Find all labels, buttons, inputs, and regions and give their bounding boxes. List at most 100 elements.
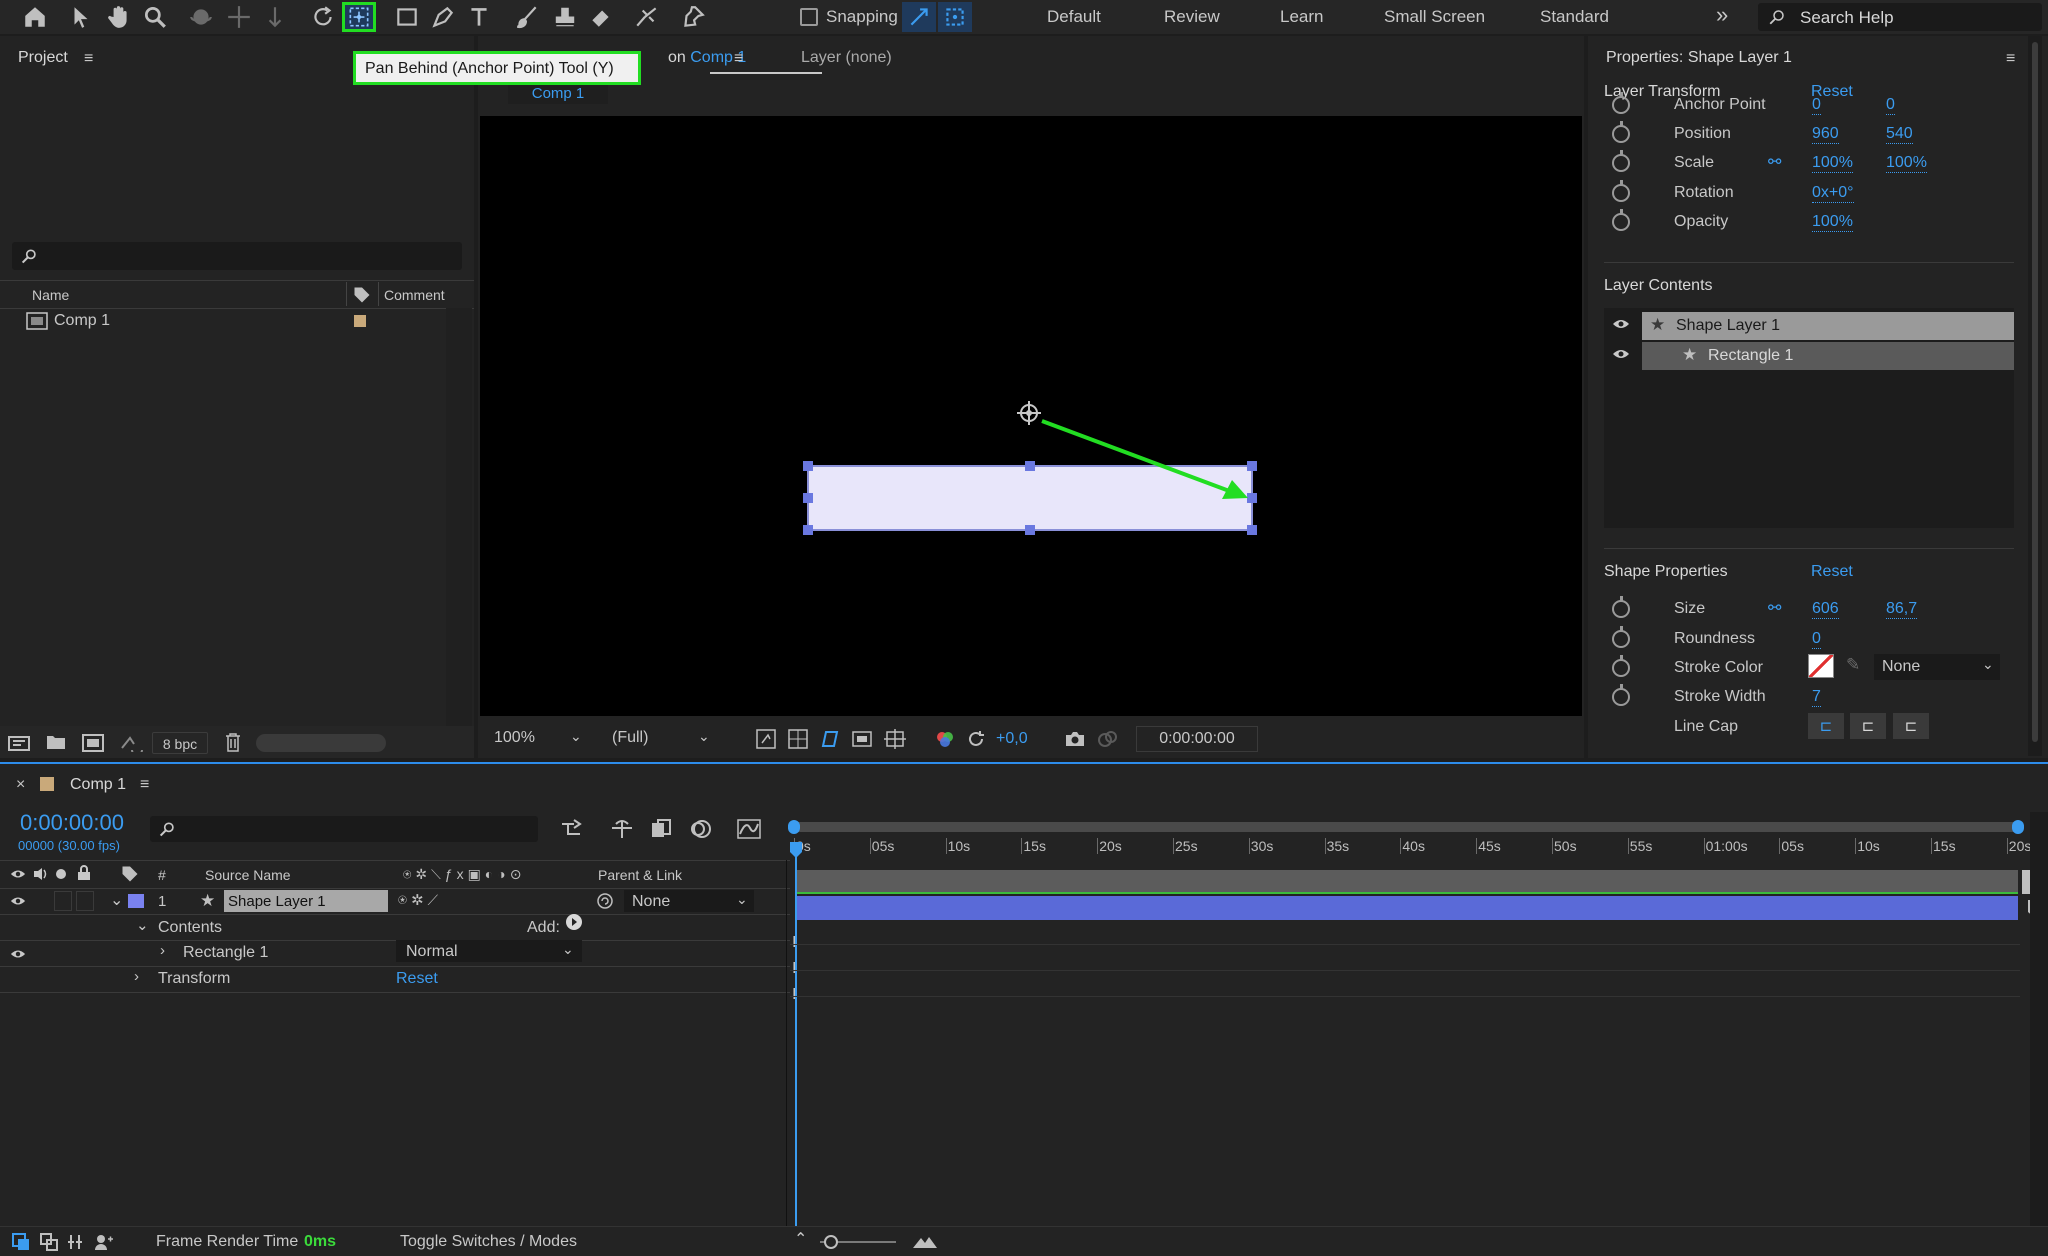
workspace-small-screen[interactable]: Small Screen: [1384, 7, 1485, 27]
shape-value-1[interactable]: 606: [1812, 600, 1839, 619]
visibility-eye-icon[interactable]: [10, 895, 26, 907]
layer-tab[interactable]: Layer (none): [801, 49, 892, 67]
pick-whip-icon[interactable]: [596, 892, 614, 910]
stopwatch-icon[interactable]: [1612, 92, 1630, 114]
stopwatch-icon[interactable]: [1612, 121, 1630, 143]
properties-menu-icon[interactable]: ≡: [2006, 50, 2015, 68]
col-name[interactable]: Name: [32, 287, 69, 303]
transform-value-1[interactable]: 0x+0°: [1812, 184, 1854, 203]
interpret-footage-icon[interactable]: [8, 734, 30, 752]
more-workspaces-icon[interactable]: »: [1716, 2, 1728, 28]
switches-header-icons[interactable]: ⍟✲⟍ƒx▣◐◑⊙: [403, 866, 525, 883]
stroke-type-dropdown[interactable]: None ⌄: [1874, 654, 2000, 680]
shape-value-1[interactable]: 7: [1812, 688, 1821, 707]
work-area-bar[interactable]: [790, 822, 2020, 832]
transfer-controls-icon[interactable]: [40, 1233, 58, 1251]
visibility-eye-icon[interactable]: [10, 948, 26, 960]
workspace-learn[interactable]: Learn: [1280, 7, 1323, 27]
shape-value-1[interactable]: 0: [1812, 630, 1821, 649]
parent-dropdown[interactable]: None ⌄: [624, 890, 754, 912]
timeline-search-input[interactable]: [150, 816, 538, 842]
lock-icon[interactable]: [76, 865, 92, 881]
render-time-icon[interactable]: [94, 1233, 114, 1251]
constrain-proportions-icon[interactable]: ⚯: [1768, 598, 1781, 618]
rectangle-tool-icon[interactable]: [390, 2, 424, 32]
transform-expand-icon[interactable]: ›: [134, 968, 139, 985]
resolution-dropdown[interactable]: (Full) ⌄: [602, 724, 718, 752]
home-icon[interactable]: [18, 2, 52, 32]
butt-cap-icon[interactable]: ⊏: [1808, 713, 1844, 739]
work-area-end-handle[interactable]: [2012, 820, 2024, 834]
snapshot-camera-icon[interactable]: [1064, 729, 1086, 749]
orbit-tool-icon[interactable]: [184, 2, 218, 32]
transform-reset-link[interactable]: Reset: [396, 970, 438, 988]
workspace-standard[interactable]: Standard: [1540, 7, 1609, 27]
hand-tool-icon[interactable]: [102, 2, 136, 32]
comp-panel-menu-icon[interactable]: ≡: [734, 50, 743, 68]
constrain-proportions-icon[interactable]: ⚯: [1768, 152, 1781, 172]
label-tag-icon[interactable]: [120, 864, 140, 884]
current-time-indicator[interactable]: [795, 848, 797, 1252]
graph-editor-icon[interactable]: [736, 818, 762, 840]
new-folder-icon[interactable]: [46, 734, 66, 750]
stopwatch-icon[interactable]: [1612, 209, 1630, 231]
brush-tool-icon[interactable]: [510, 2, 544, 32]
transform-value-1[interactable]: 100%: [1812, 154, 1853, 173]
stopwatch-icon[interactable]: [1612, 626, 1630, 648]
dolly-tool-icon[interactable]: [258, 2, 292, 32]
video-column-eye-icon[interactable]: [10, 868, 26, 880]
frame-blending-icon[interactable]: [650, 818, 674, 840]
shape-value-2[interactable]: 86,7: [1886, 600, 1918, 619]
toggle-switches-modes[interactable]: Toggle Switches / Modes: [400, 1233, 577, 1251]
rotate-tool-icon[interactable]: [306, 2, 340, 32]
expand-layer-chevron-icon[interactable]: ⌄: [110, 890, 123, 910]
pan-camera-icon[interactable]: [222, 2, 256, 32]
work-area-start-handle[interactable]: [788, 820, 800, 834]
layer-label-color[interactable]: [128, 894, 144, 908]
timeline-timecode[interactable]: 0:00:00:00: [20, 810, 124, 836]
contents-expand-icon[interactable]: ⌄: [136, 916, 149, 934]
close-tab-icon[interactable]: ×: [16, 776, 25, 794]
project-search-input[interactable]: [12, 242, 462, 270]
mask-visibility-icon[interactable]: [820, 729, 840, 749]
col-comment[interactable]: Comment: [384, 287, 445, 303]
layer-duration-bar[interactable]: [796, 896, 2018, 920]
clone-stamp-icon[interactable]: [548, 2, 582, 32]
transparency-grid-icon[interactable]: [788, 729, 808, 749]
col-source-name[interactable]: Source Name: [205, 867, 291, 883]
zoom-in-icon[interactable]: [912, 1235, 938, 1249]
transform-value-1[interactable]: 100%: [1812, 213, 1853, 232]
projecting-cap-icon[interactable]: ⊏: [1893, 713, 1929, 739]
shape-reset-link[interactable]: Reset: [1811, 563, 1853, 581]
playhead-icon[interactable]: [788, 840, 804, 860]
zoom-slider-thumb[interactable]: [824, 1235, 838, 1249]
zoom-tool-icon[interactable]: [138, 2, 172, 32]
viewer-timecode[interactable]: 0:00:00:00: [1136, 726, 1258, 752]
audio-speaker-icon[interactable]: [32, 866, 48, 882]
timeline-menu-icon[interactable]: ≡: [140, 776, 149, 794]
rectangle-expand-icon[interactable]: ›: [160, 942, 165, 959]
selection-tool-icon[interactable]: [64, 2, 98, 32]
transform-value-2[interactable]: 100%: [1886, 154, 1927, 173]
motion-blur-icon[interactable]: [688, 818, 712, 840]
stroke-color-swatch[interactable]: [1808, 654, 1834, 678]
contents-item-rectangle[interactable]: ★ Rectangle 1: [1642, 342, 2014, 370]
zoom-dropdown[interactable]: 100% ⌄: [488, 724, 588, 752]
stopwatch-icon[interactable]: [1612, 684, 1630, 706]
grid-guides-icon[interactable]: [884, 729, 906, 749]
transform-value-1[interactable]: 960: [1812, 125, 1839, 144]
exposure-value[interactable]: +0,0: [996, 730, 1028, 748]
fast-previews-icon[interactable]: [756, 729, 776, 749]
stopwatch-icon[interactable]: [1612, 150, 1630, 172]
show-snapshot-icon[interactable]: [1096, 729, 1118, 749]
pan-behind-tool-icon[interactable]: [342, 2, 376, 32]
project-item-comp-1[interactable]: Comp 1: [0, 308, 474, 334]
stopwatch-icon[interactable]: [1612, 596, 1630, 618]
timeline-comp-name[interactable]: Comp 1: [70, 776, 126, 794]
transform-value-2[interactable]: 0: [1886, 96, 1895, 115]
channels-icon[interactable]: [934, 729, 956, 749]
layer-row-shape-layer-1[interactable]: ⌄ 1 ★ Shape Layer 1 ⍟✲⟋ None ⌄: [0, 888, 790, 914]
layer-name-field[interactable]: Shape Layer 1: [224, 890, 388, 912]
layer-switches-toggle-icon[interactable]: [12, 1233, 30, 1251]
properties-scrollbar[interactable]: [2032, 42, 2038, 742]
